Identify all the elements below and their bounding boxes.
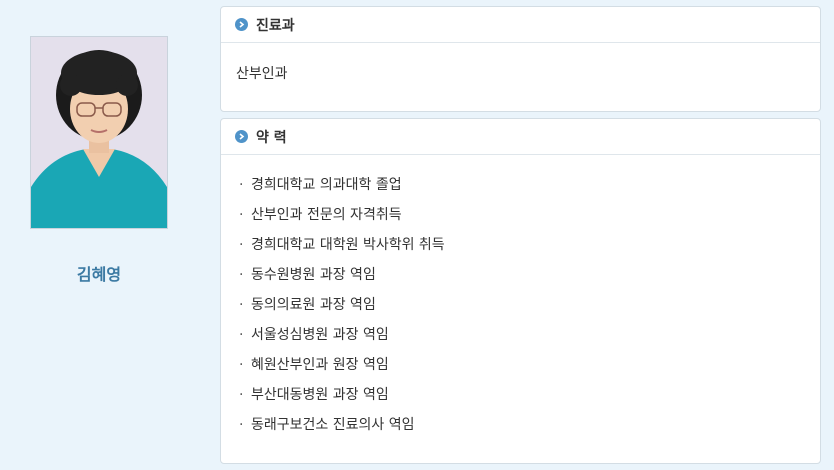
doctor-photo <box>30 36 168 229</box>
career-item: · 동래구보건소 진료의사 역임 <box>239 417 415 433</box>
department-header: 진료과 <box>221 7 820 43</box>
career-item: · 동의의료원 과장 역임 <box>239 297 376 313</box>
career-item: · 서울성심병원 과장 역임 <box>239 327 389 343</box>
career-header: 약 력 <box>221 119 820 155</box>
career-item: · 부산대동병원 과장 역임 <box>239 387 389 403</box>
career-item: · 혜원산부인과 원장 역임 <box>239 357 389 373</box>
department-panel: 진료과 산부인과 <box>220 6 821 112</box>
career-title: 약 력 <box>256 129 287 146</box>
doctor-name: 김혜영 <box>76 265 122 284</box>
career-item: · 동수원병원 과장 역임 <box>239 267 376 283</box>
chevron-right-icon <box>235 130 248 143</box>
career-item: · 경희대학교 대학원 박사학위 취득 <box>239 237 445 253</box>
chevron-right-icon <box>235 18 248 31</box>
career-item: · 경희대학교 의과대학 졸업 <box>239 177 402 193</box>
department-title: 진료과 <box>256 17 295 34</box>
career-panel: 약 력 · 경희대학교 의과대학 졸업 · 산부인과 전문의 자격취득 · 경희대학교… <box>220 118 821 464</box>
career-list: · 경희대학교 의과대학 졸업 · 산부인과 전문의 자격취득 · 경희대학교 대학원… <box>239 175 445 445</box>
department-value: 산부인과 <box>236 66 288 82</box>
career-item: · 산부인과 전문의 자격취득 <box>239 207 402 223</box>
